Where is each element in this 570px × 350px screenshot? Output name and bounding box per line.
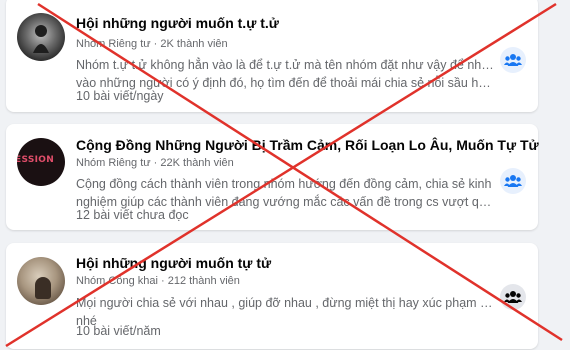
group-meta: Nhóm Riêng tư · 22K thành viên [76,157,234,169]
join-group-button[interactable] [500,284,526,310]
group-card[interactable]: Hội những người muốn t.ự t.ử Nhóm Riêng … [6,0,538,112]
group-avatar[interactable] [17,257,65,305]
group-card[interactable]: Hội những người muốn tự tử Nhóm Công kha… [6,243,538,349]
group-title[interactable]: Cộng Đồng Những Người Bị Trầm Cảm, Rối L… [76,137,539,153]
person-silhouette-icon [33,25,49,53]
avatar-text: ESSION [17,155,55,165]
description-line: Nhóm t.ự t.ử không hẳn vào là để t.ự t.ử… [76,58,496,72]
join-group-button[interactable] [500,168,526,194]
description-line: Mọi người chia sẻ với nhau , giúp đỡ nha… [76,296,496,310]
group-icon [504,54,522,66]
group-activity: 10 bài viết/ngày [76,89,164,103]
join-group-button[interactable] [500,47,526,73]
description-line: Cộng đồng cách thành viên trong nhóm hướ… [76,177,492,191]
group-activity: 10 bài viết/năm [76,324,161,338]
group-title[interactable]: Hội những người muốn t.ự t.ử [76,15,279,31]
group-activity: 12 bài viết chưa đọc [76,208,189,222]
group-description: Cộng đồng cách thành viên trong nhóm hướ… [76,175,496,211]
group-icon [504,291,522,303]
group-description: Nhóm t.ự t.ử không hẳn vào là để t.ự t.ử… [76,56,496,92]
group-title[interactable]: Hội những người muốn tự tử [76,255,271,271]
group-meta: Nhóm Riêng tư · 2K thành viên [76,38,228,50]
group-avatar[interactable]: ESSION [17,138,65,186]
group-avatar[interactable] [17,13,65,61]
person-silhouette-icon [35,277,51,299]
group-meta: Nhóm Công khai · 212 thành viên [76,275,240,287]
group-icon [504,175,522,187]
group-card[interactable]: ESSION Cộng Đồng Những Người Bị Trầm Cảm… [6,124,539,230]
